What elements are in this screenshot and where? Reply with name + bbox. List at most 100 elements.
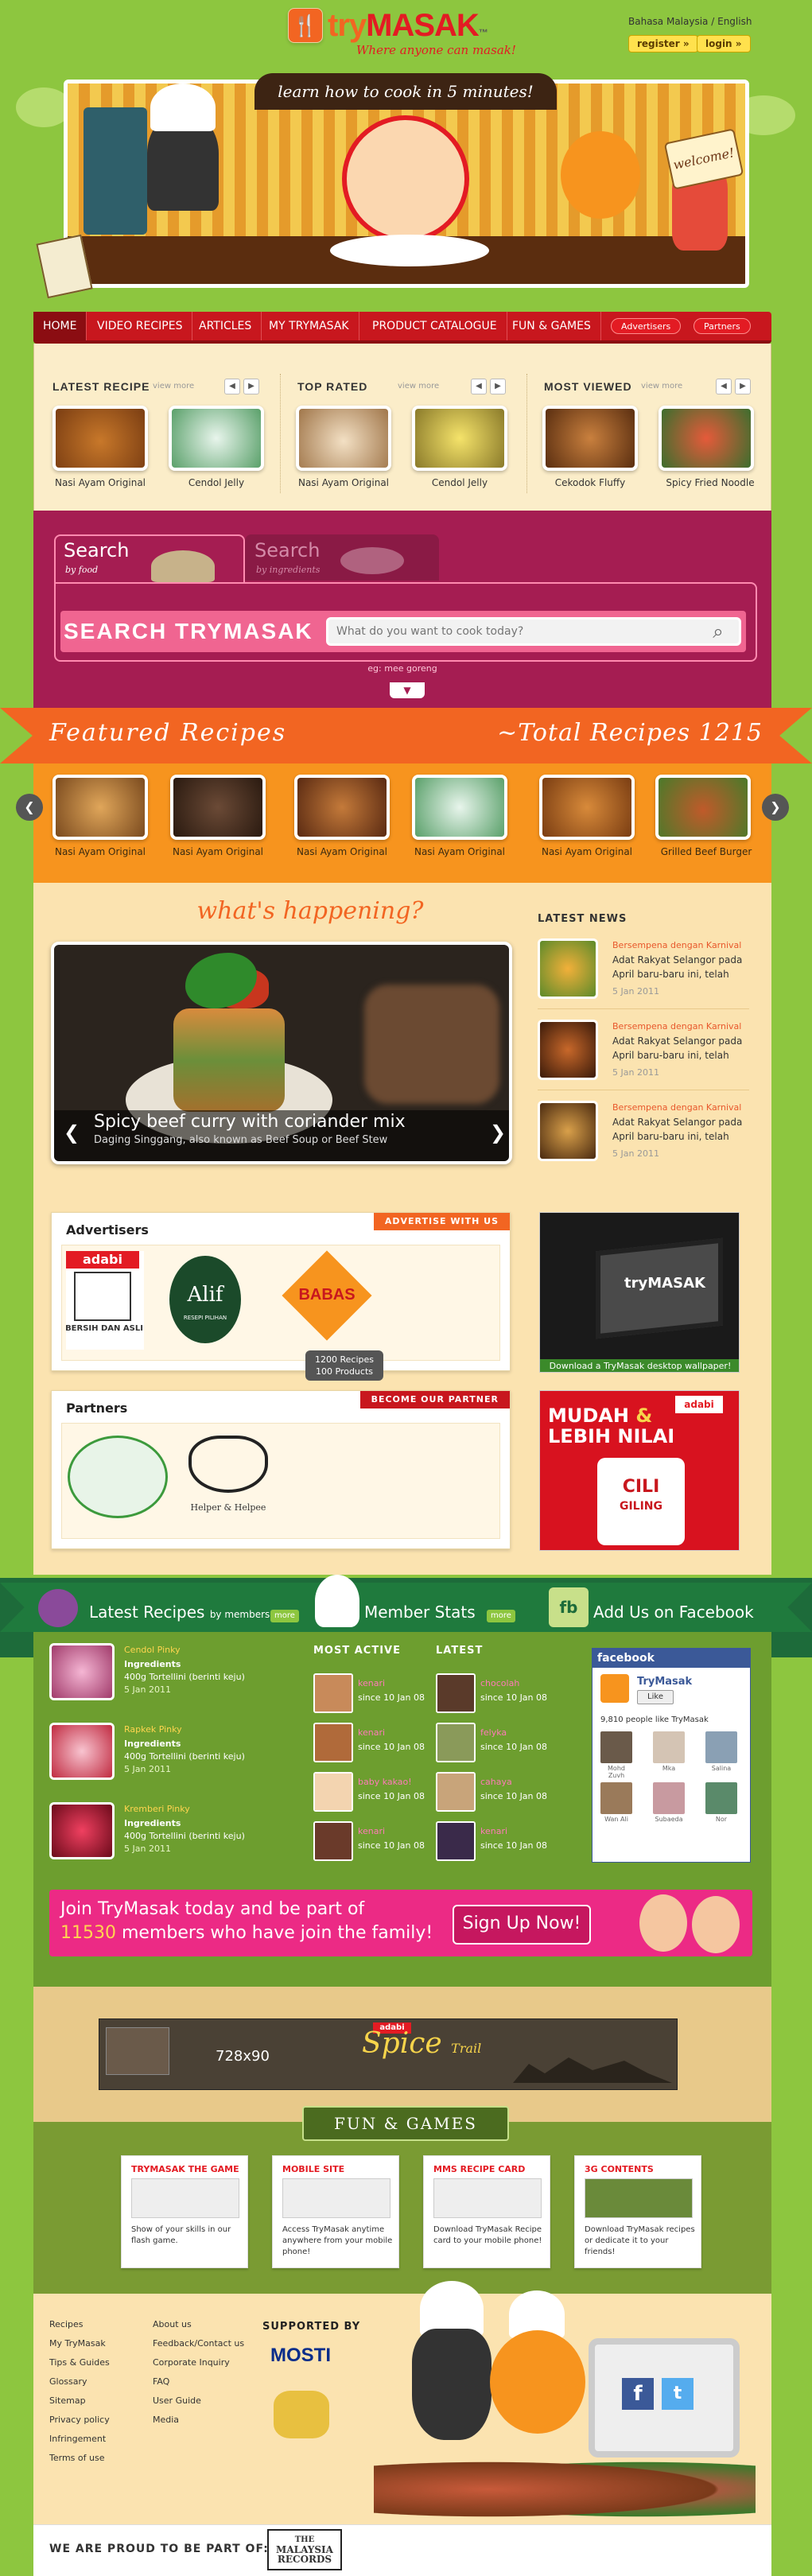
footer-link[interactable]: About us (153, 2319, 192, 2329)
avatar[interactable] (436, 1673, 476, 1713)
alif-logo[interactable]: Alif RESEPI PILIHAN (169, 1256, 241, 1343)
fun-card-game[interactable]: TRYMASAK THE GAME Show of your skills in… (121, 2155, 248, 2268)
featured-slideshow[interactable]: Spicy beef curry with coriander mix Dagi… (51, 942, 512, 1164)
sign-up-button[interactable]: Sign Up Now! (453, 1905, 591, 1945)
member-recipe-title[interactable]: Kremberi Pinky (124, 1804, 190, 1814)
login-button[interactable]: login » (697, 35, 751, 52)
fan-avatar[interactable] (600, 1782, 632, 1814)
member-name[interactable]: felyka (480, 1727, 507, 1738)
adabi-chili-ad[interactable]: MUDAH & LEBIH NILAI adabi CILI GILING (539, 1390, 740, 1551)
facebook-page-name[interactable]: TryMasak (637, 1676, 692, 1688)
advertise-with-us-link[interactable]: ADVERTISE WITH US (373, 1213, 510, 1230)
facebook-like-button[interactable]: Like (637, 1690, 674, 1704)
leaderboard-ad[interactable]: 728x90 adabi Spice Trail (99, 2018, 678, 2090)
footer-link[interactable]: FAQ (153, 2376, 169, 2387)
next-arrow-icon[interactable]: ▶ (490, 379, 506, 394)
fun-card-3g[interactable]: 3G CONTENTS Download TryMasak recipes or… (574, 2155, 701, 2268)
twitter-icon[interactable]: t (662, 2378, 694, 2410)
featured-prev-icon[interactable]: ❮ (16, 794, 43, 821)
avatar[interactable] (313, 1821, 353, 1861)
featured-caption[interactable]: Nasi Ayam Original (48, 846, 153, 857)
featured-thumb[interactable] (294, 775, 390, 840)
facebook-icon[interactable]: f (622, 2378, 654, 2410)
member-name[interactable]: kenari (358, 1826, 385, 1836)
news-title[interactable]: Bersempena dengan Karnival (612, 1102, 741, 1113)
malaysia-records-logo[interactable]: THE MALAYSIA RECORDS (267, 2529, 342, 2570)
news-thumb[interactable] (538, 1101, 598, 1161)
fan-avatar[interactable] (705, 1782, 737, 1814)
footer-link[interactable]: Tips & Guides (49, 2357, 110, 2368)
recipe-thumb[interactable] (412, 406, 507, 471)
footer-link[interactable]: Privacy policy (49, 2415, 110, 2425)
nav-my-trymasak[interactable]: MY TRYMASAK (259, 312, 359, 340)
footer-link[interactable]: Sitemap (49, 2395, 86, 2406)
footer-link[interactable]: Glossary (49, 2376, 87, 2387)
fan-avatar[interactable] (600, 1731, 632, 1763)
member-recipe-thumb[interactable] (49, 1643, 115, 1700)
featured-caption[interactable]: Nasi Ayam Original (534, 846, 639, 857)
footer-link[interactable]: Recipes (49, 2319, 84, 2329)
avatar[interactable] (313, 1673, 353, 1713)
featured-caption[interactable]: Nasi Ayam Original (407, 846, 512, 857)
featured-thumb[interactable] (412, 775, 507, 840)
member-name[interactable]: cahaya (480, 1777, 512, 1787)
avatar[interactable] (313, 1723, 353, 1762)
prev-arrow-icon[interactable]: ◀ (471, 379, 487, 394)
footer-link[interactable]: Terms of use (49, 2453, 104, 2463)
member-recipe-title[interactable]: Rapkek Pinky (124, 1724, 182, 1735)
footer-link[interactable]: Feedback/Contact us (153, 2338, 244, 2349)
recipe-thumb[interactable] (296, 406, 391, 471)
footer-link[interactable]: User Guide (153, 2395, 201, 2406)
recipe-thumb[interactable] (169, 406, 264, 471)
fan-avatar[interactable] (653, 1782, 685, 1814)
wallpaper-caption[interactable]: Download a TryMasak desktop wallpaper! (540, 1359, 739, 1372)
view-more-link[interactable]: view more (398, 382, 439, 390)
latest-more-button[interactable]: more (270, 1610, 299, 1622)
featured-thumb[interactable] (539, 775, 635, 840)
tab-search-by-food[interactable]: Search by food (54, 534, 245, 587)
recipe-caption[interactable]: Nasi Ayam Original (49, 477, 152, 488)
fan-avatar[interactable] (653, 1731, 685, 1763)
mosti-logo[interactable]: MOSTI (270, 2345, 331, 2367)
search-icon[interactable]: ⌕ (706, 620, 730, 644)
footer-link[interactable]: Media (153, 2415, 179, 2425)
view-more-link[interactable]: view more (153, 382, 194, 390)
view-more-link[interactable]: view more (641, 382, 682, 390)
prev-arrow-icon[interactable]: ◀ (716, 379, 732, 394)
featured-caption[interactable]: Nasi Ayam Original (289, 846, 394, 857)
recipe-thumb[interactable] (659, 406, 754, 471)
recipe-caption[interactable]: Spicy Fried Noodle (655, 477, 766, 488)
member-recipe-title[interactable]: Cendol Pinky (124, 1645, 181, 1655)
featured-caption[interactable]: Grilled Beef Burger (651, 846, 762, 857)
footer-link[interactable]: Corporate Inquiry (153, 2357, 230, 2368)
fan-avatar[interactable] (705, 1731, 737, 1763)
featured-next-icon[interactable]: ❯ (762, 794, 789, 821)
recipe-caption[interactable]: Cekodok Fluffy (538, 477, 642, 488)
fun-card-mobile[interactable]: MOBILE SITE Access TryMasak anytime anyw… (272, 2155, 399, 2268)
nav-fun-games[interactable]: FUN & GAMES (503, 312, 601, 340)
nav-video-recipes[interactable]: VIDEO RECIPES (87, 312, 193, 340)
search-input[interactable] (326, 617, 741, 646)
avatar[interactable] (436, 1723, 476, 1762)
recipe-thumb[interactable] (52, 406, 148, 471)
avatar[interactable] (436, 1772, 476, 1812)
fun-card-mms[interactable]: MMS RECIPE CARD Download TryMasak Recipe… (423, 2155, 550, 2268)
lang-malay-link[interactable]: Bahasa Malaysia (628, 16, 708, 27)
recipe-caption[interactable]: Cendol Jelly (165, 477, 268, 488)
recipe-caption[interactable]: Nasi Ayam Original (292, 477, 395, 488)
babas-logo[interactable]: BABAS (290, 1286, 363, 1304)
member-name[interactable]: kenari (358, 1727, 385, 1738)
lang-english-link[interactable]: English (717, 16, 752, 27)
become-partner-link[interactable]: BECOME OUR PARTNER (359, 1391, 510, 1408)
news-title[interactable]: Bersempena dengan Karnival (612, 940, 741, 950)
nav-articles[interactable]: ARTICLES (189, 312, 262, 340)
news-thumb[interactable] (538, 938, 598, 999)
member-recipe-thumb[interactable] (49, 1802, 115, 1859)
news-title[interactable]: Bersempena dengan Karnival (612, 1021, 741, 1032)
nav-product-catalogue[interactable]: PRODUCT CATALOGUE (363, 312, 507, 340)
recipe-thumb[interactable] (542, 406, 638, 471)
partner-logo[interactable] (68, 1436, 168, 1518)
news-thumb[interactable] (538, 1020, 598, 1080)
page-avatar[interactable] (600, 1674, 629, 1703)
member-name[interactable]: kenari (480, 1826, 507, 1836)
